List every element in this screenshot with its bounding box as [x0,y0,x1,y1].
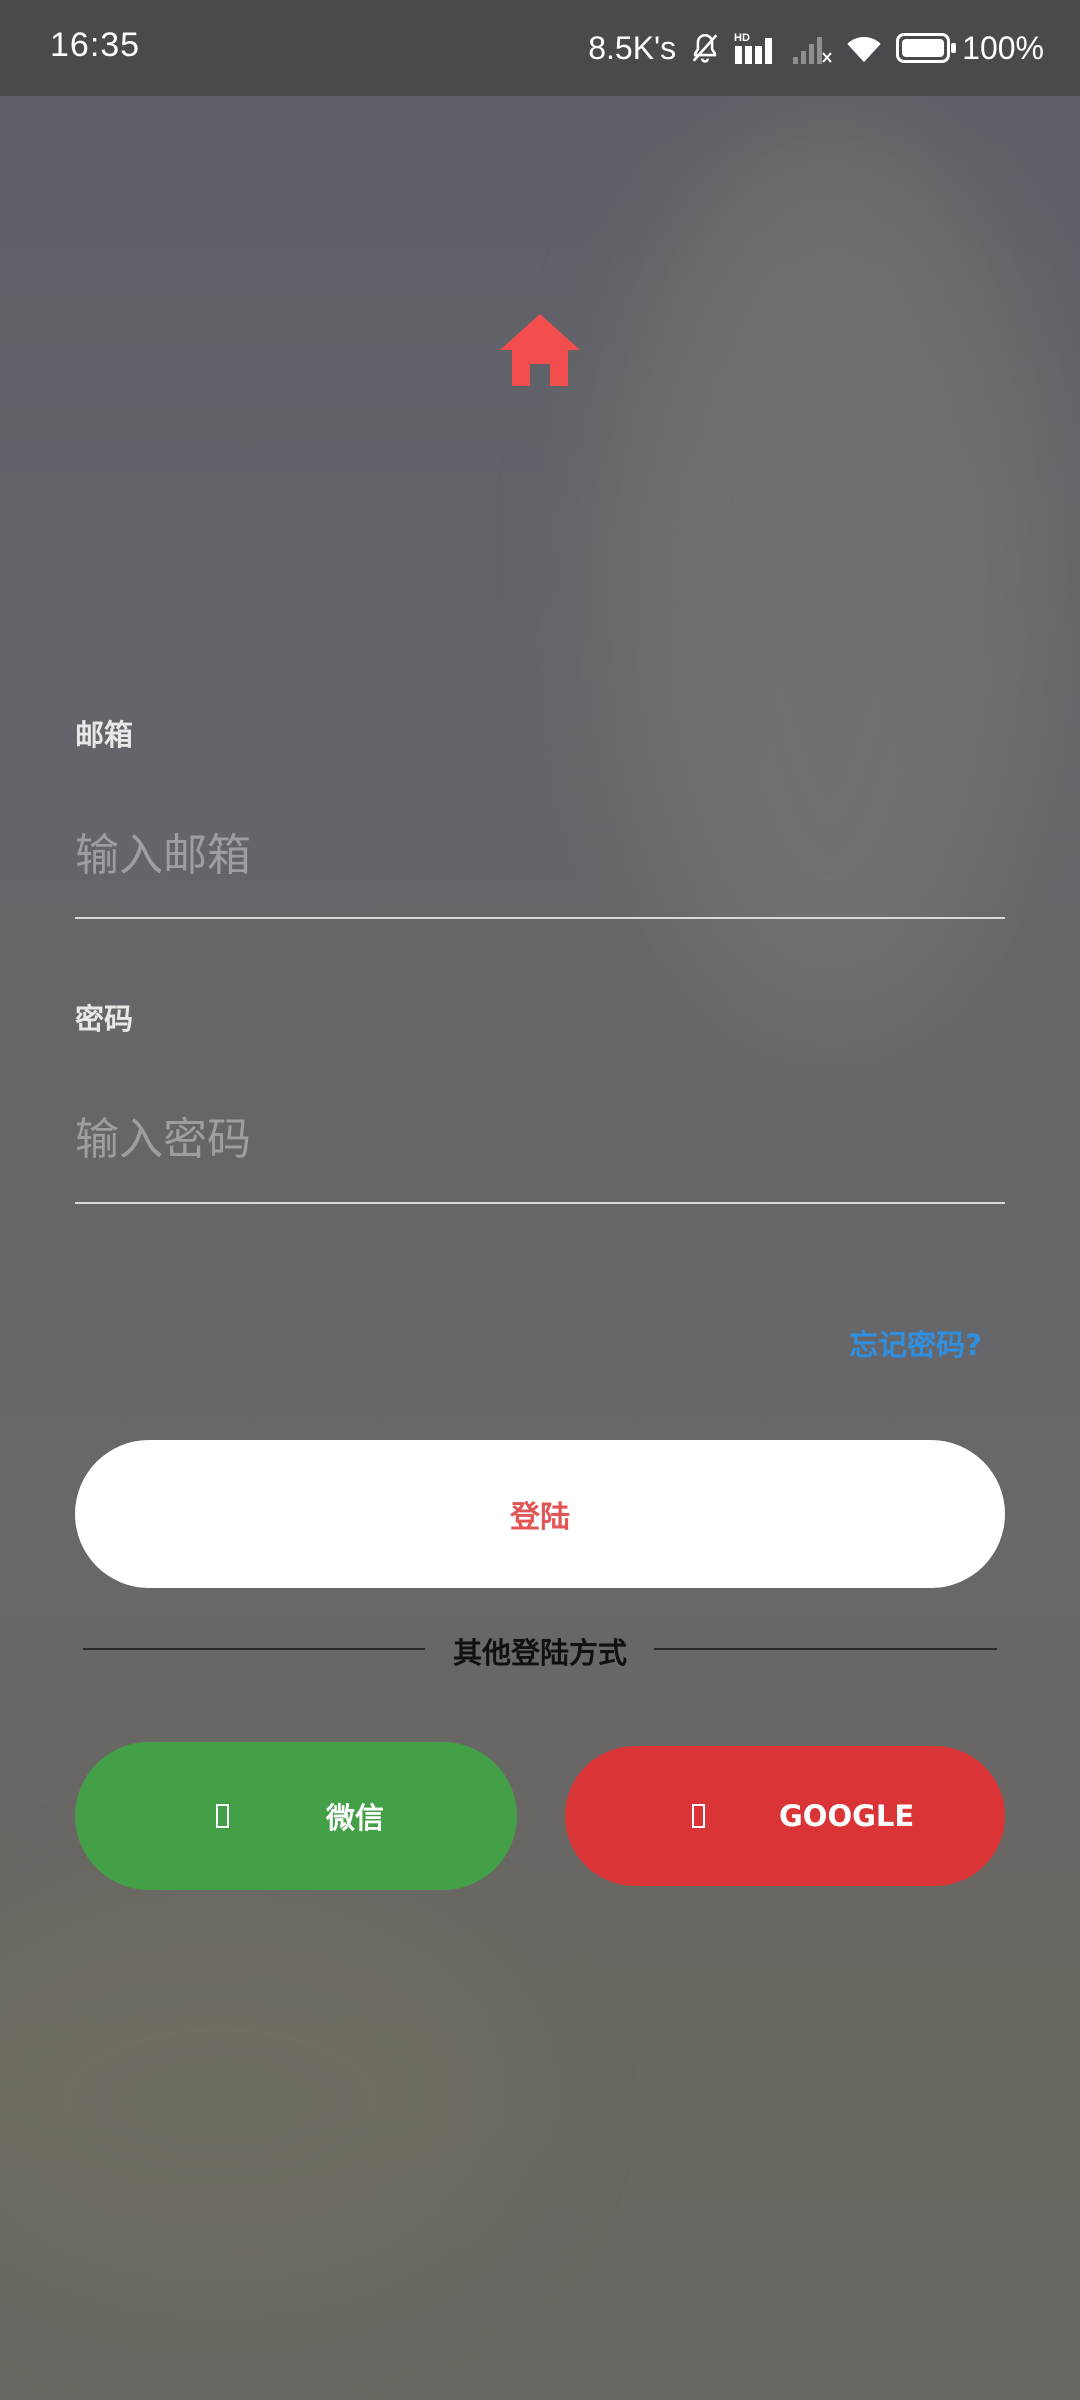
svg-text:HD: HD [734,32,750,44]
password-underline [75,1202,1005,1204]
google-login-button[interactable]: GOOGLE [565,1746,1005,1886]
divider-line-right [654,1648,997,1650]
network-speed: 8.5K's [588,29,677,66]
status-time: 16:35 [50,26,141,64]
background-blur [0,1900,520,2300]
battery-percent: 100% [962,29,1044,66]
login-button[interactable]: 登陆 [75,1440,1005,1588]
email-input[interactable] [75,810,1005,900]
other-login-divider-text: 其他登陆方式 [452,1636,627,1670]
forgot-password-link[interactable]: 忘记密码? [849,1322,982,1364]
wifi-icon [847,36,881,63]
status-icons: 8.5K's HD 100% [588,22,1044,74]
cell-signal-icon [793,37,832,64]
wechat-login-label: 微信 [326,1801,385,1835]
google-login-label: GOOGLE [779,1799,915,1833]
google-icon [692,1804,705,1828]
hd-signal-icon: HD [734,32,773,64]
bell-muted-icon [692,33,718,63]
home-icon [500,314,580,386]
wechat-icon [216,1804,229,1828]
status-bar: 16:35 8.5K's HD 100% [0,0,1080,96]
password-input[interactable] [75,1094,1005,1184]
password-label: 密码 [75,1002,134,1036]
battery-icon [896,33,957,63]
wechat-login-button[interactable]: 微信 [75,1742,517,1890]
email-label: 邮箱 [75,718,134,752]
login-screen: 16:35 8.5K's HD 100% 邮箱 输入邮箱 密码 忘记密码? 登陆… [0,0,1080,2400]
email-underline [75,917,1005,919]
